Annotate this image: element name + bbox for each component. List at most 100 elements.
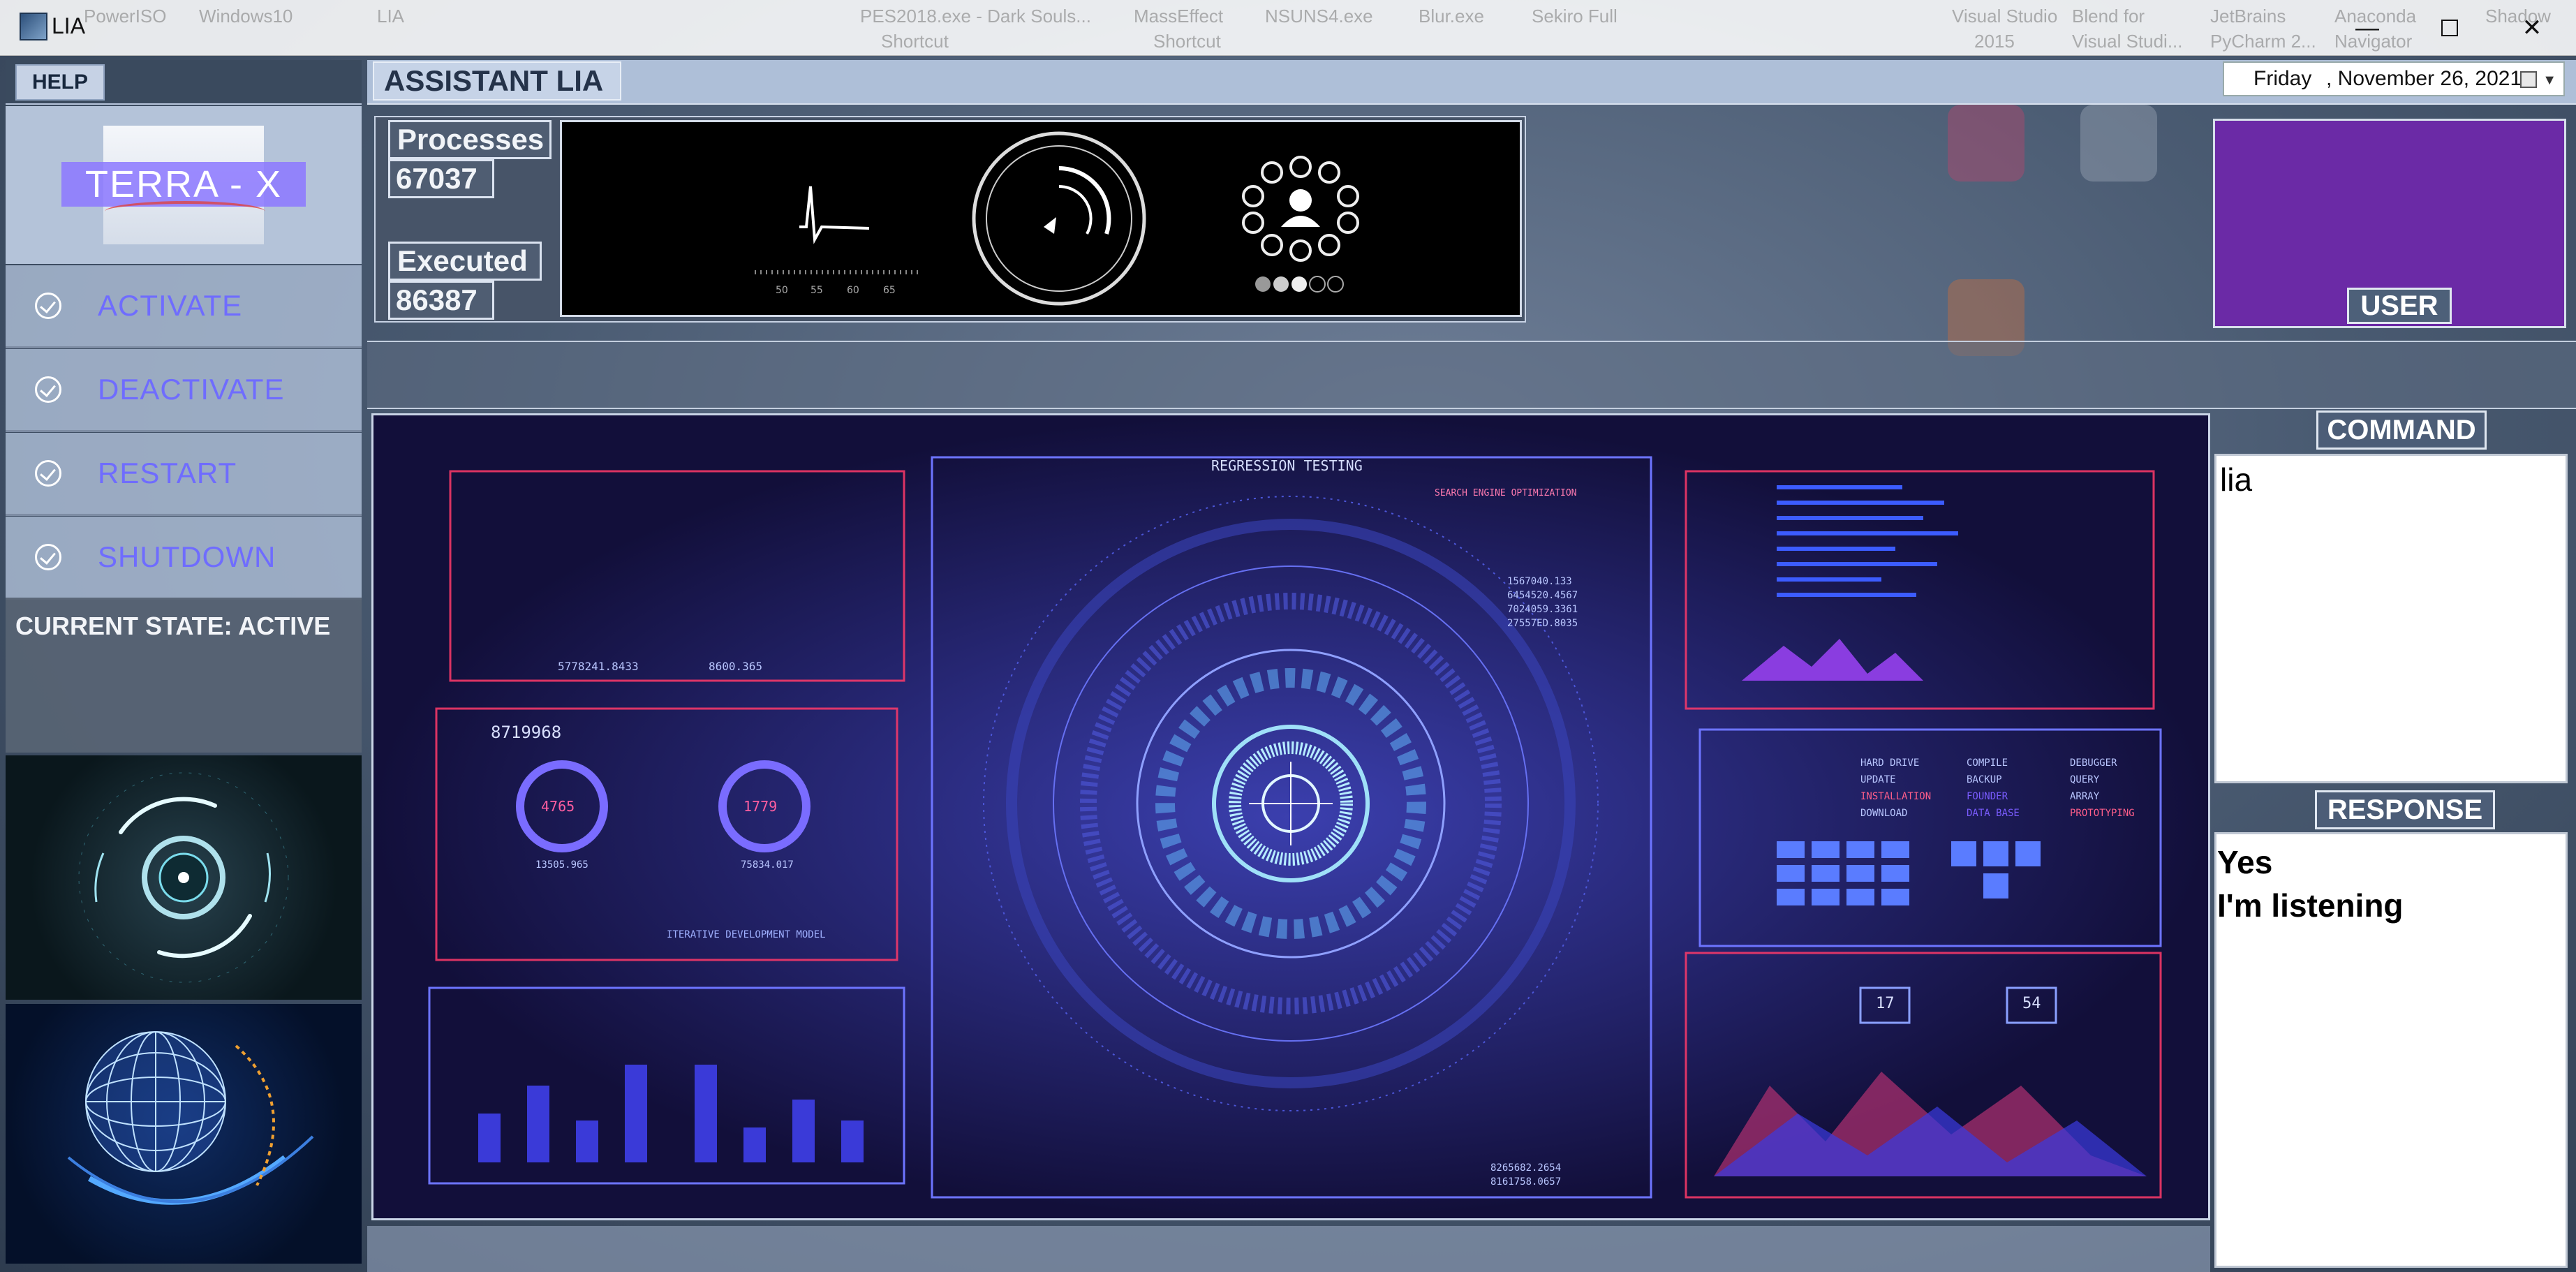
check-circle-icon xyxy=(35,293,61,319)
logo-arc xyxy=(105,201,265,222)
middle-band xyxy=(367,341,2576,409)
ghost-text: Blend for xyxy=(2072,6,2145,27)
hud-menu-item: HARD DRIVE xyxy=(1860,757,1920,769)
hud-menu-item: QUERY xyxy=(2070,774,2100,785)
maximize-icon xyxy=(2441,20,2458,36)
shutdown-label: SHUTDOWN xyxy=(98,540,276,573)
activate-label: ACTIVATE xyxy=(98,289,243,322)
processes-label: Processes xyxy=(388,120,552,159)
app-icon xyxy=(20,13,47,40)
hud-menu-item: DOWNLOAD xyxy=(1860,808,1908,819)
window-title: LIA xyxy=(52,13,86,38)
minimize-icon: — xyxy=(2355,14,2379,41)
hud-number: 8719968 xyxy=(491,723,562,742)
title-bar: PowerISO Windows10 LIA PES2018.exe - Dar… xyxy=(0,0,2576,56)
ghost-text: JetBrains xyxy=(2210,6,2286,27)
hud-number: 8161758.0657 xyxy=(1490,1176,1562,1188)
close-button[interactable]: ✕ xyxy=(2491,0,2573,56)
ghost-text: Visual Studio xyxy=(1952,6,2058,27)
response-line: I'm listening xyxy=(2217,887,2404,924)
hud-display: REGRESSION TESTING SEARCH ENGINE OPTIMIZ… xyxy=(371,413,2210,1220)
response-title: RESPONSE xyxy=(2315,790,2495,829)
globe-animation xyxy=(6,1004,362,1264)
ghost-text: LIA xyxy=(377,6,405,27)
ring-value: 1779 xyxy=(743,798,778,815)
radar-graphic xyxy=(78,772,289,983)
shutdown-button[interactable]: SHUTDOWN xyxy=(6,517,362,600)
ghost-text: Shortcut xyxy=(1153,31,1221,52)
ring-sub: 75834.017 xyxy=(741,859,794,871)
calendar-icon[interactable] xyxy=(2520,71,2537,88)
hud-menu-item: COMPILE xyxy=(1967,757,2008,769)
user-button[interactable]: USER xyxy=(2347,288,2452,324)
hud-box-value: 54 xyxy=(2022,995,2041,1012)
check-circle-icon xyxy=(35,376,61,403)
ghost-text: Visual Studi... xyxy=(2072,31,2183,52)
command-text: lia xyxy=(2220,461,2253,498)
tick-label: 50 xyxy=(776,285,788,296)
response-line: Yes xyxy=(2217,844,2273,880)
hud-number: 5778241.8433 xyxy=(558,660,639,673)
executed-value: 86387 xyxy=(388,281,494,320)
radar-animation xyxy=(6,755,362,1000)
minimize-button[interactable]: — xyxy=(2326,0,2408,56)
desktop-icon xyxy=(2080,105,2157,182)
bottom-strip xyxy=(367,1226,2210,1272)
ring-sub: 13505.965 xyxy=(535,859,589,871)
globe-graphic xyxy=(67,1031,314,1205)
ghost-text: Windows10 xyxy=(199,6,293,27)
hud-box-value: 17 xyxy=(1876,995,1895,1012)
command-title: COMMAND xyxy=(2316,411,2487,450)
vitals-graphic: 50 55 60 65 xyxy=(755,131,1359,306)
vitals-visualizer: 50 55 60 65 xyxy=(560,120,1522,317)
hud-subtitle: SEARCH ENGINE OPTIMIZATION xyxy=(1435,488,1577,498)
ring-value: 4765 xyxy=(541,798,575,815)
tick-label: 65 xyxy=(883,285,896,296)
close-icon: ✕ xyxy=(2522,15,2542,41)
hud-number: 1567040.133 xyxy=(1507,576,1572,587)
desktop-icon xyxy=(1948,105,2024,182)
assistant-title: ASSISTANT LIA xyxy=(373,61,621,101)
ghost-text: Blur.exe xyxy=(1419,6,1484,27)
hud-menu-item: BACKUP xyxy=(1967,774,2002,785)
hud-menu-item: DATA BASE xyxy=(1967,808,2020,819)
tick-label: 55 xyxy=(810,285,823,296)
hud-menu-item: ARRAY xyxy=(2070,791,2100,802)
date-day: Friday xyxy=(2253,67,2312,90)
hud-title: REGRESSION TESTING xyxy=(1211,457,1363,474)
hud-number: 7024059.3361 xyxy=(1507,604,1578,615)
check-circle-icon xyxy=(35,544,61,570)
date-text: , November 26, 2021 xyxy=(2326,67,2522,90)
hud-number: 8600.365 xyxy=(709,660,763,673)
terra-x-logo: TERRA - X xyxy=(61,162,306,207)
activate-button[interactable]: ACTIVATE xyxy=(6,265,362,348)
hud-number: 27557ED.8035 xyxy=(1507,618,1578,629)
hud-menu-item: FOUNDER xyxy=(1967,791,2008,802)
hud-menu-item: INSTALLATION xyxy=(1860,791,1932,802)
chevron-down-icon[interactable]: ▼ xyxy=(2542,73,2556,89)
ghost-text: MassEffect xyxy=(1134,6,1224,27)
ghost-text: NSUNS4.exe xyxy=(1265,6,1373,27)
current-state: CURRENT STATE: ACTIVE xyxy=(15,612,331,640)
command-box[interactable] xyxy=(2214,454,2568,783)
tick-label: 60 xyxy=(847,285,859,296)
ghost-text: PowerISO xyxy=(84,6,167,27)
check-circle-icon xyxy=(35,460,61,487)
hud-label: ITERATIVE DEVELOPMENT MODEL xyxy=(667,929,826,940)
ghost-text: Sekiro Full xyxy=(1532,6,1618,27)
processes-value: 67037 xyxy=(388,159,494,198)
ghost-text: 2015 xyxy=(1974,31,2015,52)
hud-number: 6454520.4567 xyxy=(1507,590,1578,601)
hud-graphic xyxy=(373,415,2208,1218)
ghost-text: Shortcut xyxy=(881,31,949,52)
deactivate-button[interactable]: DEACTIVATE xyxy=(6,349,362,432)
hud-menu-item: DEBUGGER xyxy=(2070,757,2117,769)
maximize-button[interactable] xyxy=(2408,0,2491,56)
date-picker[interactable]: Friday , November 26, 2021 ▼ xyxy=(2223,61,2565,96)
help-button[interactable]: HELP xyxy=(15,64,105,101)
ghost-text: PES2018.exe - Dark Souls... xyxy=(860,6,1091,27)
deactivate-label: DEACTIVATE xyxy=(98,373,285,406)
restart-button[interactable]: RESTART xyxy=(6,433,362,516)
ghost-text: PyCharm 2... xyxy=(2210,31,2316,52)
restart-label: RESTART xyxy=(98,457,237,489)
